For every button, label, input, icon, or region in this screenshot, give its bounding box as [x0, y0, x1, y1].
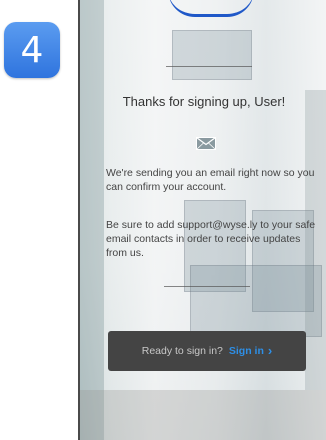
signin-link-label: Sign in	[228, 345, 264, 357]
signin-prompt: Ready to sign in?	[141, 345, 223, 357]
email-sent-message: We're sending you an email right now so …	[106, 167, 315, 193]
step-number: 4	[20, 29, 44, 71]
phone-screen: Thanks for signing up, User! We're sendi…	[78, 0, 326, 440]
signin-bar: Ready to sign in? Sign in ›	[108, 331, 306, 371]
confirmation-title: Thanks for signing up, User!	[122, 94, 286, 109]
safe-contacts-note: Be sure to add support@wyse.ly to your s…	[106, 219, 316, 259]
chevron-right-icon: ›	[267, 343, 273, 358]
app-logo	[168, 0, 254, 17]
divider-top	[166, 66, 252, 67]
envelope-icon	[196, 137, 216, 150]
divider-bottom	[164, 286, 250, 287]
step-number-badge: 4	[4, 22, 60, 78]
signin-link[interactable]: Sign in ›	[228, 343, 273, 358]
